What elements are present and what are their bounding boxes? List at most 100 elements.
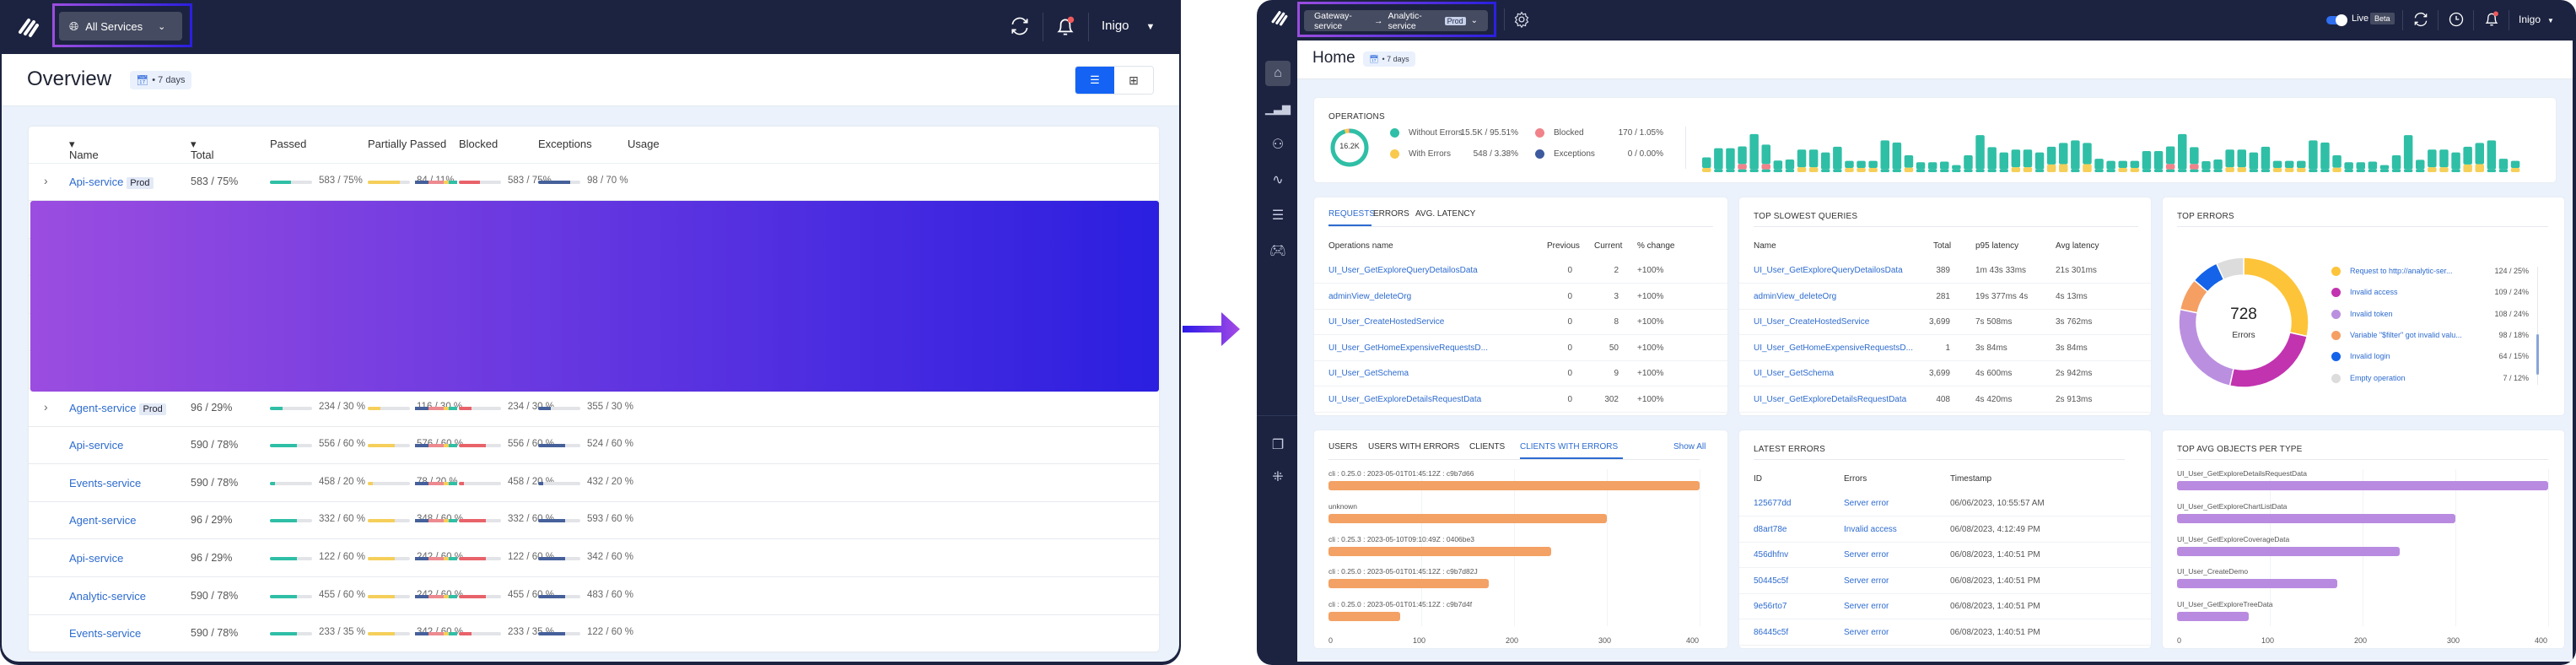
table-row[interactable]: Analytic-service590 / 78%455 / 60 %242 /… — [29, 578, 1159, 615]
bell-icon[interactable] — [1054, 15, 1076, 39]
date-range-chip[interactable]: 📅︎ • 7 days — [130, 71, 191, 89]
tab-users-with-errors[interactable]: USERS WITH ERRORS — [1368, 442, 1459, 451]
service-name-link[interactable]: Api-service Prod — [69, 176, 154, 189]
table-row[interactable]: Events-service590 / 78%458 / 20 %78 / 20… — [29, 465, 1159, 502]
chevron-right-icon[interactable]: › — [44, 400, 48, 414]
link-cell[interactable]: 86445c5f — [1754, 628, 1788, 637]
nav-docs[interactable]: ❐ — [1265, 432, 1291, 457]
link-cell[interactable]: UI_User_CreateHostedService — [1328, 317, 1444, 327]
table-row[interactable]: 9e56rto7 Server error 06/08/2023, 1:40:51 … — [1739, 594, 2151, 619]
list-view-button[interactable]: ☰ — [1075, 67, 1114, 94]
chevron-right-icon[interactable]: › — [44, 174, 48, 187]
user-menu[interactable]: Inigo ▼ — [2519, 14, 2554, 25]
user-menu[interactable]: Inigo ▼ — [1102, 19, 1155, 33]
nav-monitoring[interactable]: ∿ — [1265, 167, 1291, 192]
column-name[interactable]: Name ▾ — [69, 138, 99, 161]
link-cell[interactable]: UI_User_GetHomeExpensiveRequestsD... — [1754, 343, 1913, 353]
link-cell[interactable]: UI_User_GetSchema — [1754, 369, 1834, 378]
link-cell[interactable]: Server error — [1844, 576, 1889, 586]
table-row[interactable]: d8art78e Invalid access 06/08/2023, 4:12:4… — [1739, 517, 2151, 543]
refresh-icon[interactable] — [2412, 11, 2429, 28]
table-row[interactable]: 86445c5f Server error 06/08/2023, 1:40:51 … — [1739, 620, 2151, 646]
nav-analytics[interactable]: ▁▃▆ — [1265, 96, 1291, 122]
table-row[interactable]: Api-service96 / 29%122 / 60 %242 / 60 %1… — [29, 540, 1159, 577]
table-row[interactable]: 456dhfnv Server error 06/08/2023, 1:40:51 … — [1739, 543, 2151, 568]
service-name-link[interactable]: Agent-service — [69, 514, 136, 527]
error-link[interactable]: Invalid login — [2350, 352, 2390, 360]
link-cell[interactable]: UI_User_GetExploreQueryDetailosData — [1754, 266, 1903, 275]
table-row[interactable]: UI_User_GetExploreQueryDetailosData 389 1m… — [1739, 258, 2151, 284]
bar[interactable] — [1328, 579, 1490, 589]
table-row[interactable]: UI_User_GetExploreDetailsRequestData 408 4… — [1739, 387, 2151, 413]
error-link[interactable]: Request to http://analytic-ser... — [2350, 267, 2453, 275]
tab-clients[interactable]: CLIENTS — [1469, 442, 1505, 451]
legend-scrollbar-thumb[interactable] — [2536, 334, 2539, 375]
service-name-link[interactable]: Api-service — [69, 552, 123, 565]
chevron-down-icon[interactable]: ⌄ — [44, 212, 54, 226]
link-cell[interactable]: Invalid access — [1844, 525, 1897, 534]
link-cell[interactable]: UI_User_GetHomeExpensiveRequestsD... — [1328, 343, 1488, 353]
bar[interactable] — [2177, 546, 2400, 556]
service-name-link[interactable]: Events-service — [69, 627, 141, 640]
live-toggle[interactable] — [2326, 14, 2347, 26]
service-name-link[interactable]: Events-service — [69, 477, 141, 489]
link-cell[interactable]: adminView_deleteOrg — [1328, 292, 1411, 301]
link-cell[interactable]: 9e56rto7 — [1754, 602, 1786, 611]
bar[interactable] — [1328, 513, 1607, 523]
link-cell[interactable]: 125677dd — [1754, 499, 1792, 508]
refresh-icon[interactable] — [1009, 15, 1031, 37]
table-row[interactable]: Agent-service96 / 29%332 / 60 %348 / 60 … — [29, 502, 1159, 540]
nav-settings[interactable]: ☰ — [1265, 203, 1291, 228]
link-cell[interactable]: Server error — [1844, 602, 1889, 611]
nav-home[interactable]: ⌂ — [1265, 61, 1291, 86]
table-row[interactable]: 125677dd Server error 06/06/2023, 10:55:57… — [1739, 491, 2151, 516]
table-row[interactable]: ›Api-serviceProd583 / 75%583 / 75%84 / 1… — [29, 164, 1159, 201]
tab-users[interactable]: USERS — [1328, 442, 1357, 451]
service-name-link[interactable]: Gateway-service Prod — [69, 214, 181, 227]
settings-gear-icon[interactable] — [1513, 11, 1530, 28]
service-name-link[interactable]: Api-service — [89, 289, 143, 301]
nav-schema[interactable]: ⚇ — [1265, 132, 1291, 157]
link-cell[interactable]: 456dhfnv — [1754, 550, 1788, 560]
table-row[interactable]: UI_User_CreateHostedService 3,699 7s 508ms… — [1739, 310, 2151, 335]
service-name-link[interactable]: Analytic-service — [69, 590, 146, 603]
show-all-link[interactable]: Show All — [1673, 442, 1706, 451]
table-row[interactable]: UI_User_GetSchema 3,699 4s 600ms 2s 942ms — [1739, 361, 2151, 387]
column-total[interactable]: Total ▾ — [191, 138, 213, 161]
table-row[interactable]: UI_User_GetHomeExpensiveRequestsD... 1 3s … — [1739, 336, 2151, 361]
link-cell[interactable]: UI_User_GetExploreDetailsRequestData — [1754, 395, 1906, 404]
table-row[interactable]: Api-service590 / 78%556 / 60 %576 / 60 %… — [29, 427, 1159, 465]
table-row[interactable]: UI_User_GetHomeExpensiveRequestsD... 0 50 +… — [1314, 336, 1727, 361]
bar[interactable] — [1328, 481, 1700, 490]
link-cell[interactable]: Server error — [1844, 628, 1889, 637]
table-row[interactable]: Api-service96 / 29%548 / 70 %580 / 70 %5… — [29, 276, 1159, 314]
table-row[interactable]: Events-service590 / 78%344 / 60 %228 / 6… — [29, 352, 1159, 389]
table-row[interactable]: 50445c5f Server error 06/08/2023, 1:40:51 … — [1739, 569, 2151, 594]
tab-requests[interactable]: REQUESTS — [1328, 209, 1375, 219]
service-breadcrumb-selector[interactable]: Gateway-service → Analytic-service Prod … — [1304, 10, 1488, 31]
bar[interactable] — [2177, 481, 2548, 490]
tab-avg-latency[interactable]: AVG. LATENCY — [1415, 209, 1475, 219]
link-cell[interactable]: d8art78e — [1754, 525, 1786, 534]
link-cell[interactable]: 50445c5f — [1754, 576, 1788, 586]
link-cell[interactable]: UI_User_CreateHostedService — [1754, 317, 1869, 327]
error-link[interactable]: Variable "$filter" got invalid valu... — [2350, 331, 2462, 339]
bar[interactable] — [1328, 612, 1400, 622]
error-link[interactable]: Invalid token — [2350, 310, 2393, 318]
table-row[interactable]: UI_User_GetExploreQueryDetailosData 0 2 +10… — [1314, 258, 1727, 284]
table-row[interactable]: ⌄ Gateway-service Prod 590 / 78% 5798 / 100 … — [29, 202, 1159, 239]
service-name-link[interactable]: Api-service — [69, 439, 123, 451]
tab-errors[interactable]: ERRORS — [1373, 209, 1409, 219]
table-row[interactable]: UI_User_GetExploreDetailsRequestData 0 302… — [1314, 387, 1727, 413]
history-clock-icon[interactable] — [2448, 11, 2465, 28]
table-row[interactable]: Events-service 96 / 29% 654 / 73% 340 / 60 … — [29, 239, 1159, 277]
error-link[interactable]: Empty operation — [2350, 374, 2406, 382]
bell-icon[interactable] — [2483, 10, 2500, 29]
table-row[interactable]: Events-service590 / 78%233 / 35 %342 / 6… — [29, 615, 1159, 653]
bar[interactable] — [1328, 546, 1551, 556]
table-row[interactable]: UI_User_CreateHostedService 0 8 +100% — [1314, 310, 1727, 335]
nav-integrations[interactable]: ⁜ — [1265, 464, 1291, 489]
link-cell[interactable]: UI_User_GetSchema — [1328, 369, 1409, 378]
service-name-link[interactable]: Events-service — [89, 364, 161, 376]
bar[interactable] — [2177, 579, 2338, 589]
